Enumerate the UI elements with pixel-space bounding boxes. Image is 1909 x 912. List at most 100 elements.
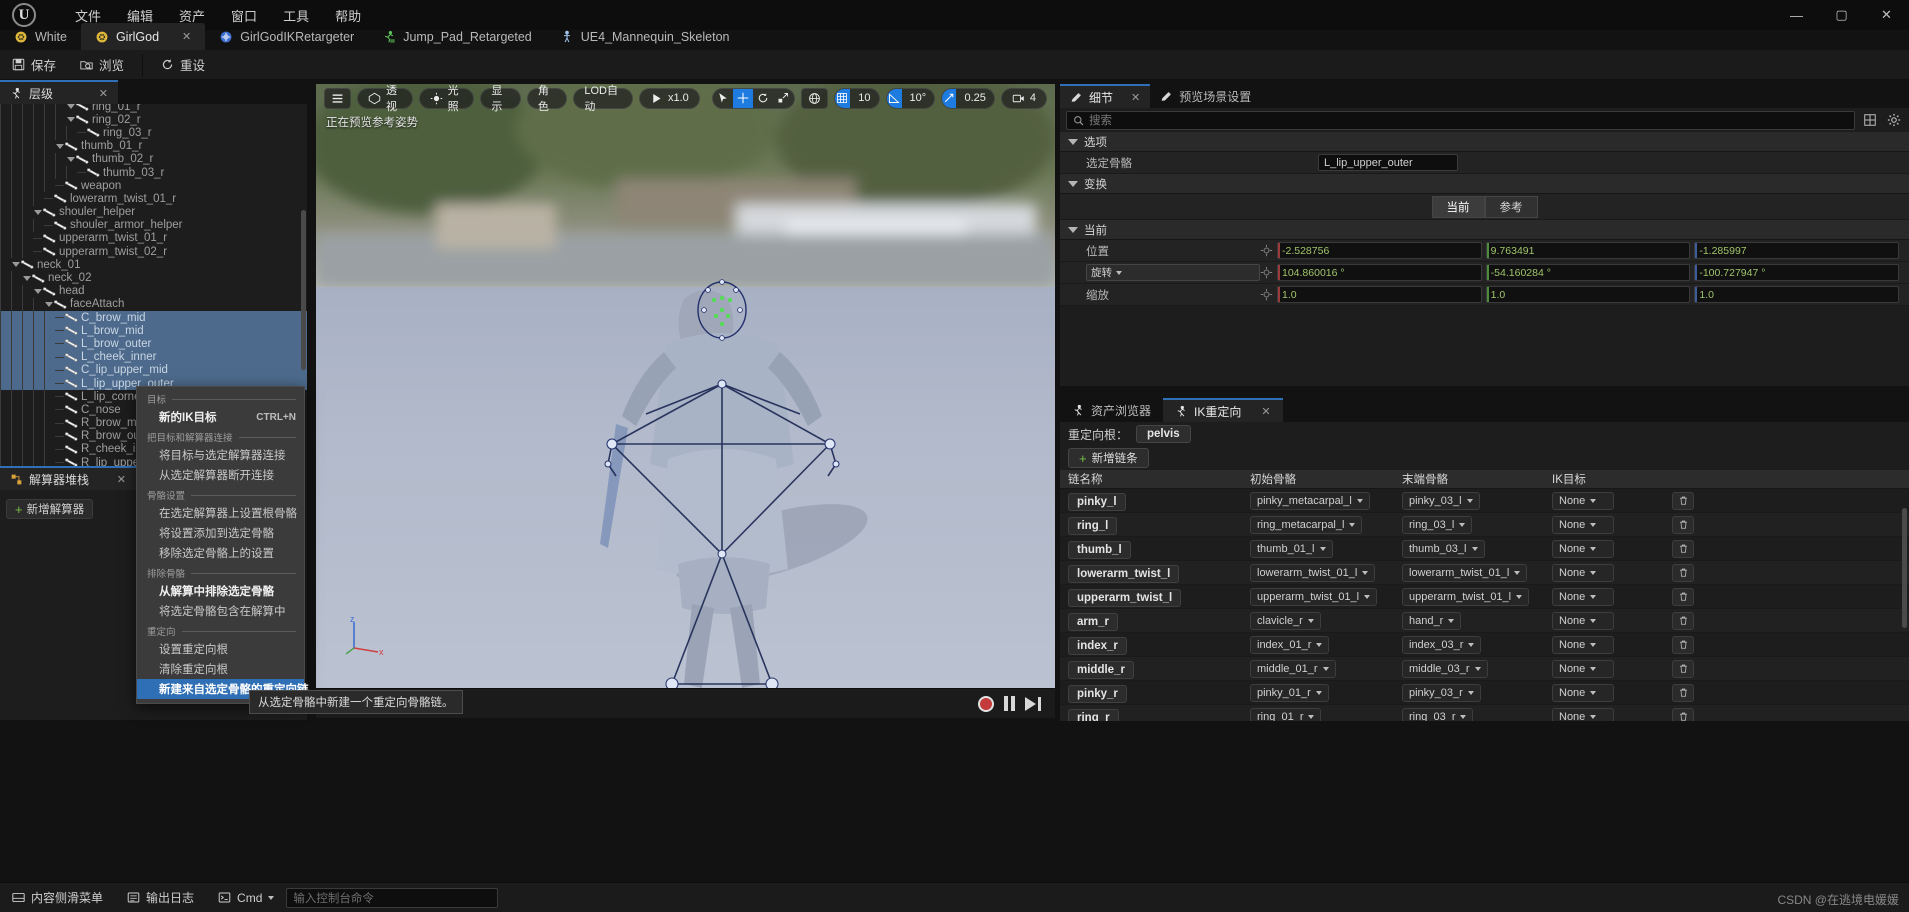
bone-context-menu[interactable]: 目标 新的IK目标 CTRL+N 把目标和解算器连接 将目标与选定解算器连接 从选定解算器…	[136, 386, 309, 704]
chain-ik-goal-dropdown[interactable]: None	[1552, 516, 1614, 534]
value-x[interactable]: -2.528756	[1277, 242, 1482, 259]
value-y[interactable]: 9.763491	[1485, 242, 1691, 259]
asset-tab-2[interactable]: GirlGodIKRetargeter	[205, 23, 368, 50]
delete-chain-button[interactable]	[1672, 587, 1694, 606]
bone-tree-row[interactable]: faceAttach	[0, 297, 307, 311]
chevron-down-icon[interactable]	[66, 155, 75, 164]
value-y[interactable]: 1.0	[1485, 286, 1691, 303]
chain-ik-goal-dropdown[interactable]: None	[1552, 684, 1614, 702]
chevron-down-icon[interactable]	[66, 104, 75, 111]
bone-tree-row[interactable]: thumb_01_r	[0, 139, 307, 153]
chain-end-bone-dropdown[interactable]: pinky_03_l	[1402, 492, 1480, 510]
preview-viewport[interactable]: 透视 光照 显示 角色 LOD自动 x1.0 10 10° 0.25 4 正在预…	[316, 84, 1055, 718]
chain-row[interactable]: pinky_r pinky_01_r pinky_03_r None	[1060, 681, 1909, 705]
context-menu-item[interactable]: 从解算中排除选定骨骼	[137, 581, 304, 601]
selected-bone-value[interactable]: L_lip_upper_outer	[1318, 154, 1458, 171]
bone-tree-row[interactable]: weapon	[0, 179, 307, 193]
chain-end-bone-dropdown[interactable]: middle_03_r	[1402, 660, 1488, 678]
viewport-lighting-button[interactable]: 光照	[418, 85, 475, 113]
transform-pill[interactable]: 参考	[1484, 195, 1538, 218]
chain-row[interactable]: middle_r middle_01_r middle_03_r None	[1060, 657, 1909, 681]
context-menu-item[interactable]: 将设置添加到选定骨骼	[137, 523, 304, 543]
bone-tree-row[interactable]: L_brow_outer	[0, 337, 307, 351]
angle-snap-control[interactable]: 10°	[885, 87, 936, 109]
chain-start-bone-dropdown[interactable]: thumb_01_l	[1250, 540, 1333, 558]
ik-retarget-tab-1[interactable]: IK重定向 ✕	[1163, 398, 1283, 422]
chevron-down-icon[interactable]	[33, 287, 42, 296]
chain-ik-goal-dropdown[interactable]: None	[1552, 564, 1614, 582]
angle-value[interactable]: 10°	[902, 92, 935, 104]
retarget-root-value[interactable]: pelvis	[1136, 425, 1191, 443]
chain-ik-goal-dropdown[interactable]: None	[1552, 612, 1614, 630]
grid-snap-control[interactable]: 10	[833, 87, 880, 109]
details-tab-0[interactable]: 细节 ✕	[1060, 84, 1151, 108]
bone-tree-row[interactable]: lowerarm_twist_01_r	[0, 192, 307, 206]
cmd-dropdown[interactable]: Cmd	[206, 883, 286, 912]
delete-chain-button[interactable]	[1672, 611, 1694, 630]
bone-tree-row[interactable]: neck_01	[0, 258, 307, 272]
chain-column-header[interactable]: 初始骨骼	[1242, 471, 1394, 487]
select-mode-icon[interactable]	[713, 89, 733, 108]
reset-to-default-icon[interactable]	[1260, 288, 1273, 301]
viewport-playspeed-button[interactable]: x1.0	[638, 87, 700, 109]
context-menu-item[interactable]: 将选定骨骼包含在解算中	[137, 601, 304, 621]
bone-tree-row[interactable]: L_brow_mid	[0, 324, 307, 338]
chain-ik-goal-dropdown[interactable]: None	[1552, 636, 1614, 654]
context-menu-item[interactable]: 移除选定骨骼上的设置	[137, 543, 304, 563]
value-z[interactable]: -100.727947 °	[1694, 264, 1900, 281]
chevron-down-icon[interactable]	[55, 142, 64, 151]
record-button[interactable]	[978, 695, 994, 712]
chain-start-bone-dropdown[interactable]: index_01_r	[1250, 636, 1330, 654]
bone-tree-row[interactable]: shouler_armor_helper	[0, 218, 307, 232]
chain-end-bone-dropdown[interactable]: upperarm_twist_01_l	[1402, 588, 1530, 606]
bone-tree-row[interactable]: head	[0, 284, 307, 298]
value-y[interactable]: -54.160284 °	[1485, 264, 1691, 281]
chain-ik-goal-dropdown[interactable]: None	[1552, 708, 1614, 721]
chain-start-bone-dropdown[interactable]: ring_01_r	[1250, 708, 1322, 721]
bone-tree-row[interactable]: ring_03_r	[0, 126, 307, 140]
add-chain-button[interactable]: + 新增链条	[1068, 448, 1149, 468]
bone-tree-row[interactable]: ring_02_r	[0, 113, 307, 127]
bone-tree-row[interactable]: L_cheek_inner	[0, 350, 307, 364]
scale-mode-icon[interactable]	[773, 89, 793, 108]
asset-tab-1[interactable]: GirlGod ✕	[80, 23, 206, 50]
chain-start-bone-dropdown[interactable]: upperarm_twist_01_l	[1250, 588, 1378, 606]
chain-start-bone-dropdown[interactable]: pinky_metacarpal_l	[1250, 492, 1370, 510]
chain-name[interactable]: ring_l	[1068, 516, 1118, 535]
move-mode-icon[interactable]	[732, 88, 754, 108]
reset-to-default-icon[interactable]	[1260, 266, 1273, 279]
context-menu-item[interactable]: 新的IK目标 CTRL+N	[137, 407, 304, 427]
chain-start-bone-dropdown[interactable]: middle_01_r	[1250, 660, 1336, 678]
delete-chain-button[interactable]	[1672, 659, 1694, 678]
delete-chain-button[interactable]	[1672, 683, 1694, 702]
chain-end-bone-dropdown[interactable]: pinky_03_r	[1402, 684, 1481, 702]
context-menu-item[interactable]: 在选定解算器上设置根骨骼	[137, 503, 304, 523]
tab-hierarchy[interactable]: 层级 ✕	[0, 80, 118, 104]
chain-name[interactable]: index_r	[1068, 636, 1127, 655]
chain-end-bone-dropdown[interactable]: ring_03_l	[1402, 516, 1473, 534]
chain-end-bone-dropdown[interactable]: thumb_03_l	[1402, 540, 1485, 558]
bone-tree-row[interactable]: ring_01_r	[0, 104, 307, 114]
save-button[interactable]: 保存	[0, 52, 68, 77]
hierarchy-scrollbar[interactable]	[301, 210, 306, 370]
transform-pill[interactable]: 当前	[1431, 195, 1485, 218]
chain-name[interactable]: pinky_r	[1068, 684, 1127, 703]
context-menu-item[interactable]: 从选定解算器断开连接	[137, 465, 304, 485]
content-drawer-button[interactable]: 内容侧滑菜单	[0, 883, 115, 912]
delete-chain-button[interactable]	[1672, 563, 1694, 582]
bone-tree-row[interactable]: C_lip_upper_mid	[0, 363, 307, 377]
console-command-input[interactable]: 输入控制台命令	[286, 887, 499, 908]
delete-chain-button[interactable]	[1672, 707, 1694, 721]
close-icon[interactable]: ✕	[1261, 405, 1270, 418]
chain-name[interactable]: arm_r	[1068, 612, 1118, 631]
chain-start-bone-dropdown[interactable]: clavicle_r	[1250, 612, 1321, 630]
chain-name[interactable]: pinky_l	[1068, 492, 1126, 511]
chevron-down-icon[interactable]	[11, 260, 20, 269]
bone-tree-row[interactable]: upperarm_twist_02_r	[0, 245, 307, 259]
chain-column-header[interactable]: 链名称	[1060, 471, 1242, 487]
chain-ik-goal-dropdown[interactable]: None	[1552, 492, 1614, 510]
chevron-down-icon[interactable]	[33, 208, 42, 217]
bone-tree-row[interactable]: thumb_03_r	[0, 165, 307, 180]
chain-name[interactable]: thumb_l	[1068, 540, 1131, 559]
details-layout-button[interactable]	[1861, 111, 1879, 129]
